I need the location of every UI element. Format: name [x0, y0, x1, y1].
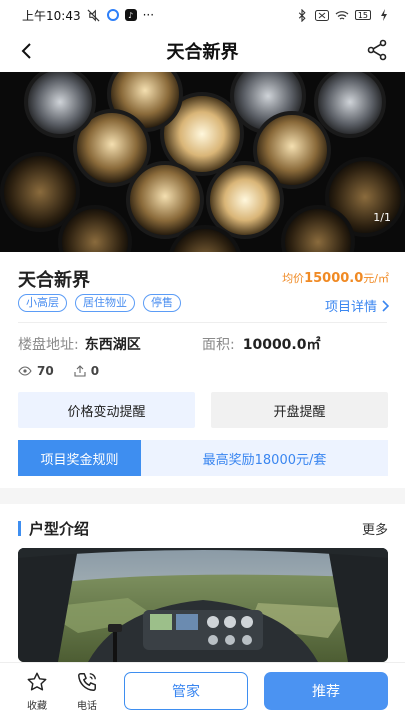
floorplan-section-title: 户型介绍 [29, 519, 90, 538]
section-accent-bar [18, 520, 21, 536]
project-detail-label: 项目详情 [324, 300, 377, 315]
floorplan-photo [18, 548, 388, 662]
share-button[interactable] [365, 38, 391, 64]
bottom-action-bar: 收藏 电话 管家 推荐 [0, 662, 405, 720]
share-count: 0 [74, 364, 99, 378]
chevron-right-icon [382, 299, 389, 312]
divider [18, 322, 387, 323]
page-title: 天合新界 [166, 42, 239, 63]
tag-property-type: 居住物业 [75, 294, 135, 312]
view-count-value: 70 [37, 364, 54, 378]
phone-button[interactable]: 电话 [69, 671, 105, 712]
average-price: 均价15000.0元/㎡ [282, 270, 389, 286]
tag-building-type: 小高层 [18, 294, 67, 312]
phone-icon [78, 673, 96, 691]
project-hero-image[interactable]: 1/1 [0, 72, 405, 252]
charging-icon [377, 8, 391, 22]
favorite-label: 收藏 [27, 701, 47, 712]
address-label: 楼盘地址: [18, 337, 79, 353]
project-tags: 小高层 居住物业 停售 [18, 294, 181, 312]
chevron-left-icon [21, 43, 31, 59]
image-counter: 1/1 [373, 211, 391, 224]
status-bar: 上午10:43 ♪ ··· 15 [0, 0, 405, 30]
more-notifications-dots: ··· [142, 8, 155, 22]
price-value: 15000.0 [304, 271, 364, 286]
bonus-rule-button[interactable]: 项目奖金规则 [18, 440, 141, 476]
favorite-button[interactable]: 收藏 [19, 671, 55, 712]
bonus-banner: 项目奖金规则 最高奖励18000元/套 [18, 440, 388, 476]
project-stats: 70 0 [18, 364, 99, 378]
section-separator [0, 488, 405, 504]
tiktok-icon: ♪ [124, 9, 137, 21]
recommend-button[interactable]: 推荐 [264, 672, 388, 710]
price-prefix: 均价 [282, 272, 305, 285]
price-unit: 元/㎡ [363, 272, 389, 285]
back-button[interactable] [14, 38, 40, 64]
share-count-value: 0 [90, 364, 100, 378]
housekeeper-button[interactable]: 管家 [124, 672, 248, 710]
address-value: 东西湖区 [84, 337, 141, 353]
share-out-icon [74, 365, 86, 377]
app-notification-icon [106, 9, 119, 21]
area-value: 10000.0㎡ [242, 337, 321, 353]
area-row: 面积: 10000.0㎡ [202, 334, 320, 354]
phone-label: 电话 [77, 701, 97, 712]
reminder-buttons: 价格变动提醒 开盘提醒 [18, 392, 388, 428]
floorplan-image[interactable] [18, 548, 388, 662]
tag-sale-status: 停售 [143, 294, 181, 312]
project-detail-link[interactable]: 项目详情 [325, 296, 389, 315]
area-label: 面积: [202, 337, 235, 353]
project-detail-page: 上午10:43 ♪ ··· 15 天合新界 1/1 天合新界 均价15000.0… [0, 0, 405, 720]
hero-photo [0, 72, 405, 252]
battery-icon: 15 [354, 10, 371, 20]
battery-level: 15 [357, 10, 368, 20]
opening-alert-button[interactable]: 开盘提醒 [211, 392, 388, 428]
price-change-alert-button[interactable]: 价格变动提醒 [18, 392, 195, 428]
mute-icon [87, 8, 101, 22]
star-icon [27, 672, 47, 691]
eye-icon [18, 366, 32, 376]
nav-bar: 天合新界 [0, 30, 405, 72]
max-reward-text: 最高奖励18000元/套 [141, 440, 388, 476]
project-name: 天合新界 [18, 270, 90, 291]
view-count: 70 [18, 364, 54, 378]
floorplan-more-link[interactable]: 更多 [362, 519, 388, 538]
share-icon [367, 39, 387, 61]
bluetooth-icon [295, 8, 309, 22]
status-time: 上午10:43 [22, 8, 81, 23]
wifi-icon [335, 8, 349, 22]
address-row: 楼盘地址: 东西湖区 [18, 334, 141, 354]
sim-off-icon [314, 8, 329, 22]
floorplan-section-header: 户型介绍 更多 [18, 516, 388, 540]
